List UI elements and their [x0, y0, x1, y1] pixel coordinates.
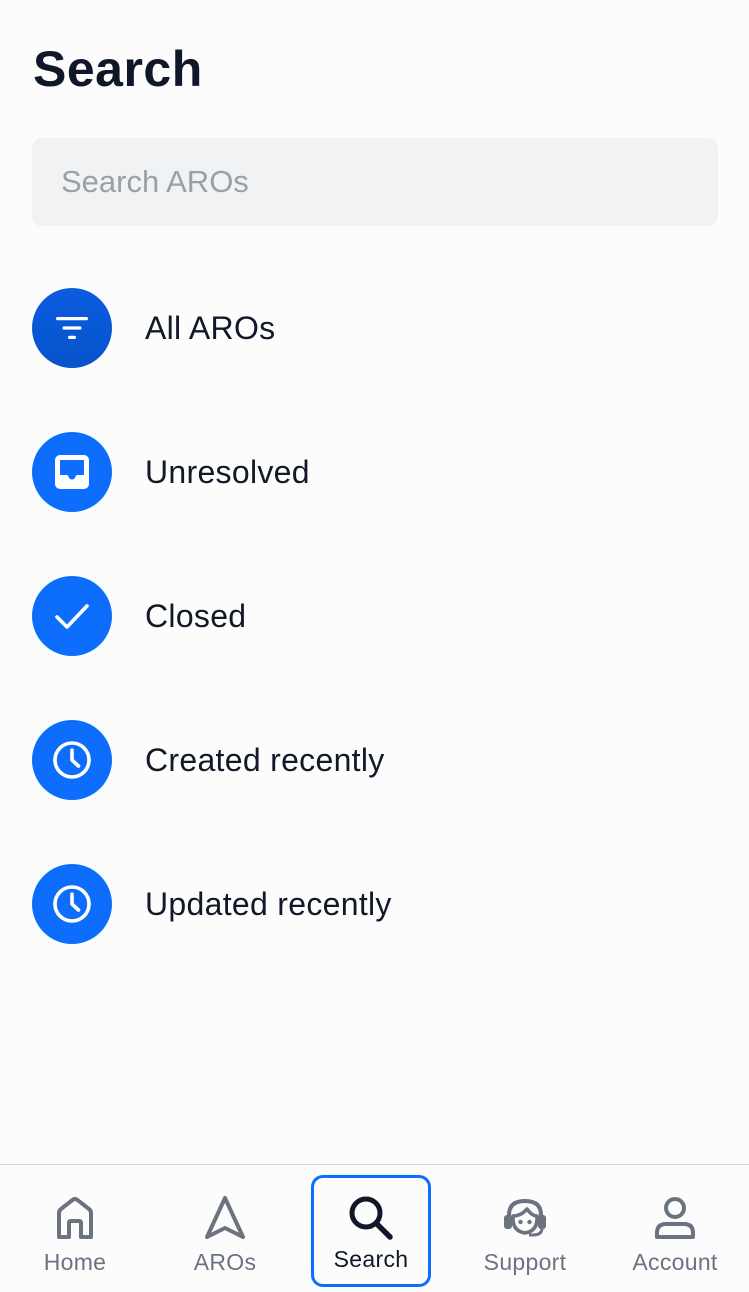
filter-label: All AROs — [145, 309, 276, 346]
filter-item-all-aros[interactable]: All AROs — [32, 288, 718, 368]
tab-home[interactable]: Home — [15, 1175, 135, 1287]
filter-item-updated-recently[interactable]: Updated recently — [32, 864, 718, 944]
page-title: Search — [33, 41, 203, 97]
tab-label: Support — [483, 1249, 567, 1275]
tab-aros[interactable]: AROs — [165, 1175, 285, 1287]
filter-label: Closed — [145, 597, 247, 634]
inbox-icon — [32, 432, 112, 512]
user-icon — [652, 1193, 698, 1243]
filter-label: Unresolved — [145, 453, 310, 490]
navigation-arrow-icon — [203, 1193, 247, 1243]
tab-label: AROs — [193, 1249, 257, 1275]
search-field[interactable] — [32, 138, 718, 226]
filter-list: All AROs Unresolved Closed Created recen… — [32, 288, 718, 1008]
filter-label: Updated recently — [145, 885, 392, 922]
tab-label: Account — [632, 1249, 718, 1275]
filter-item-closed[interactable]: Closed — [32, 576, 718, 656]
check-icon — [32, 576, 112, 656]
tab-support[interactable]: Support — [465, 1175, 585, 1287]
filter-label: Created recently — [145, 741, 385, 778]
search-icon — [346, 1193, 396, 1243]
search-input[interactable] — [32, 138, 718, 226]
filter-lines-icon — [32, 288, 112, 368]
tab-account[interactable]: Account — [615, 1175, 735, 1287]
tab-search[interactable]: Search — [311, 1175, 431, 1287]
clock-icon — [32, 864, 112, 944]
filter-item-unresolved[interactable]: Unresolved — [32, 432, 718, 512]
bottom-tab-bar: Home AROs Search Support Account — [0, 1164, 749, 1292]
home-icon — [53, 1193, 97, 1243]
tab-label: Home — [43, 1249, 107, 1275]
clock-icon — [32, 720, 112, 800]
tab-label: Search — [333, 1246, 409, 1272]
headset-icon — [500, 1193, 550, 1243]
filter-item-created-recently[interactable]: Created recently — [32, 720, 718, 800]
